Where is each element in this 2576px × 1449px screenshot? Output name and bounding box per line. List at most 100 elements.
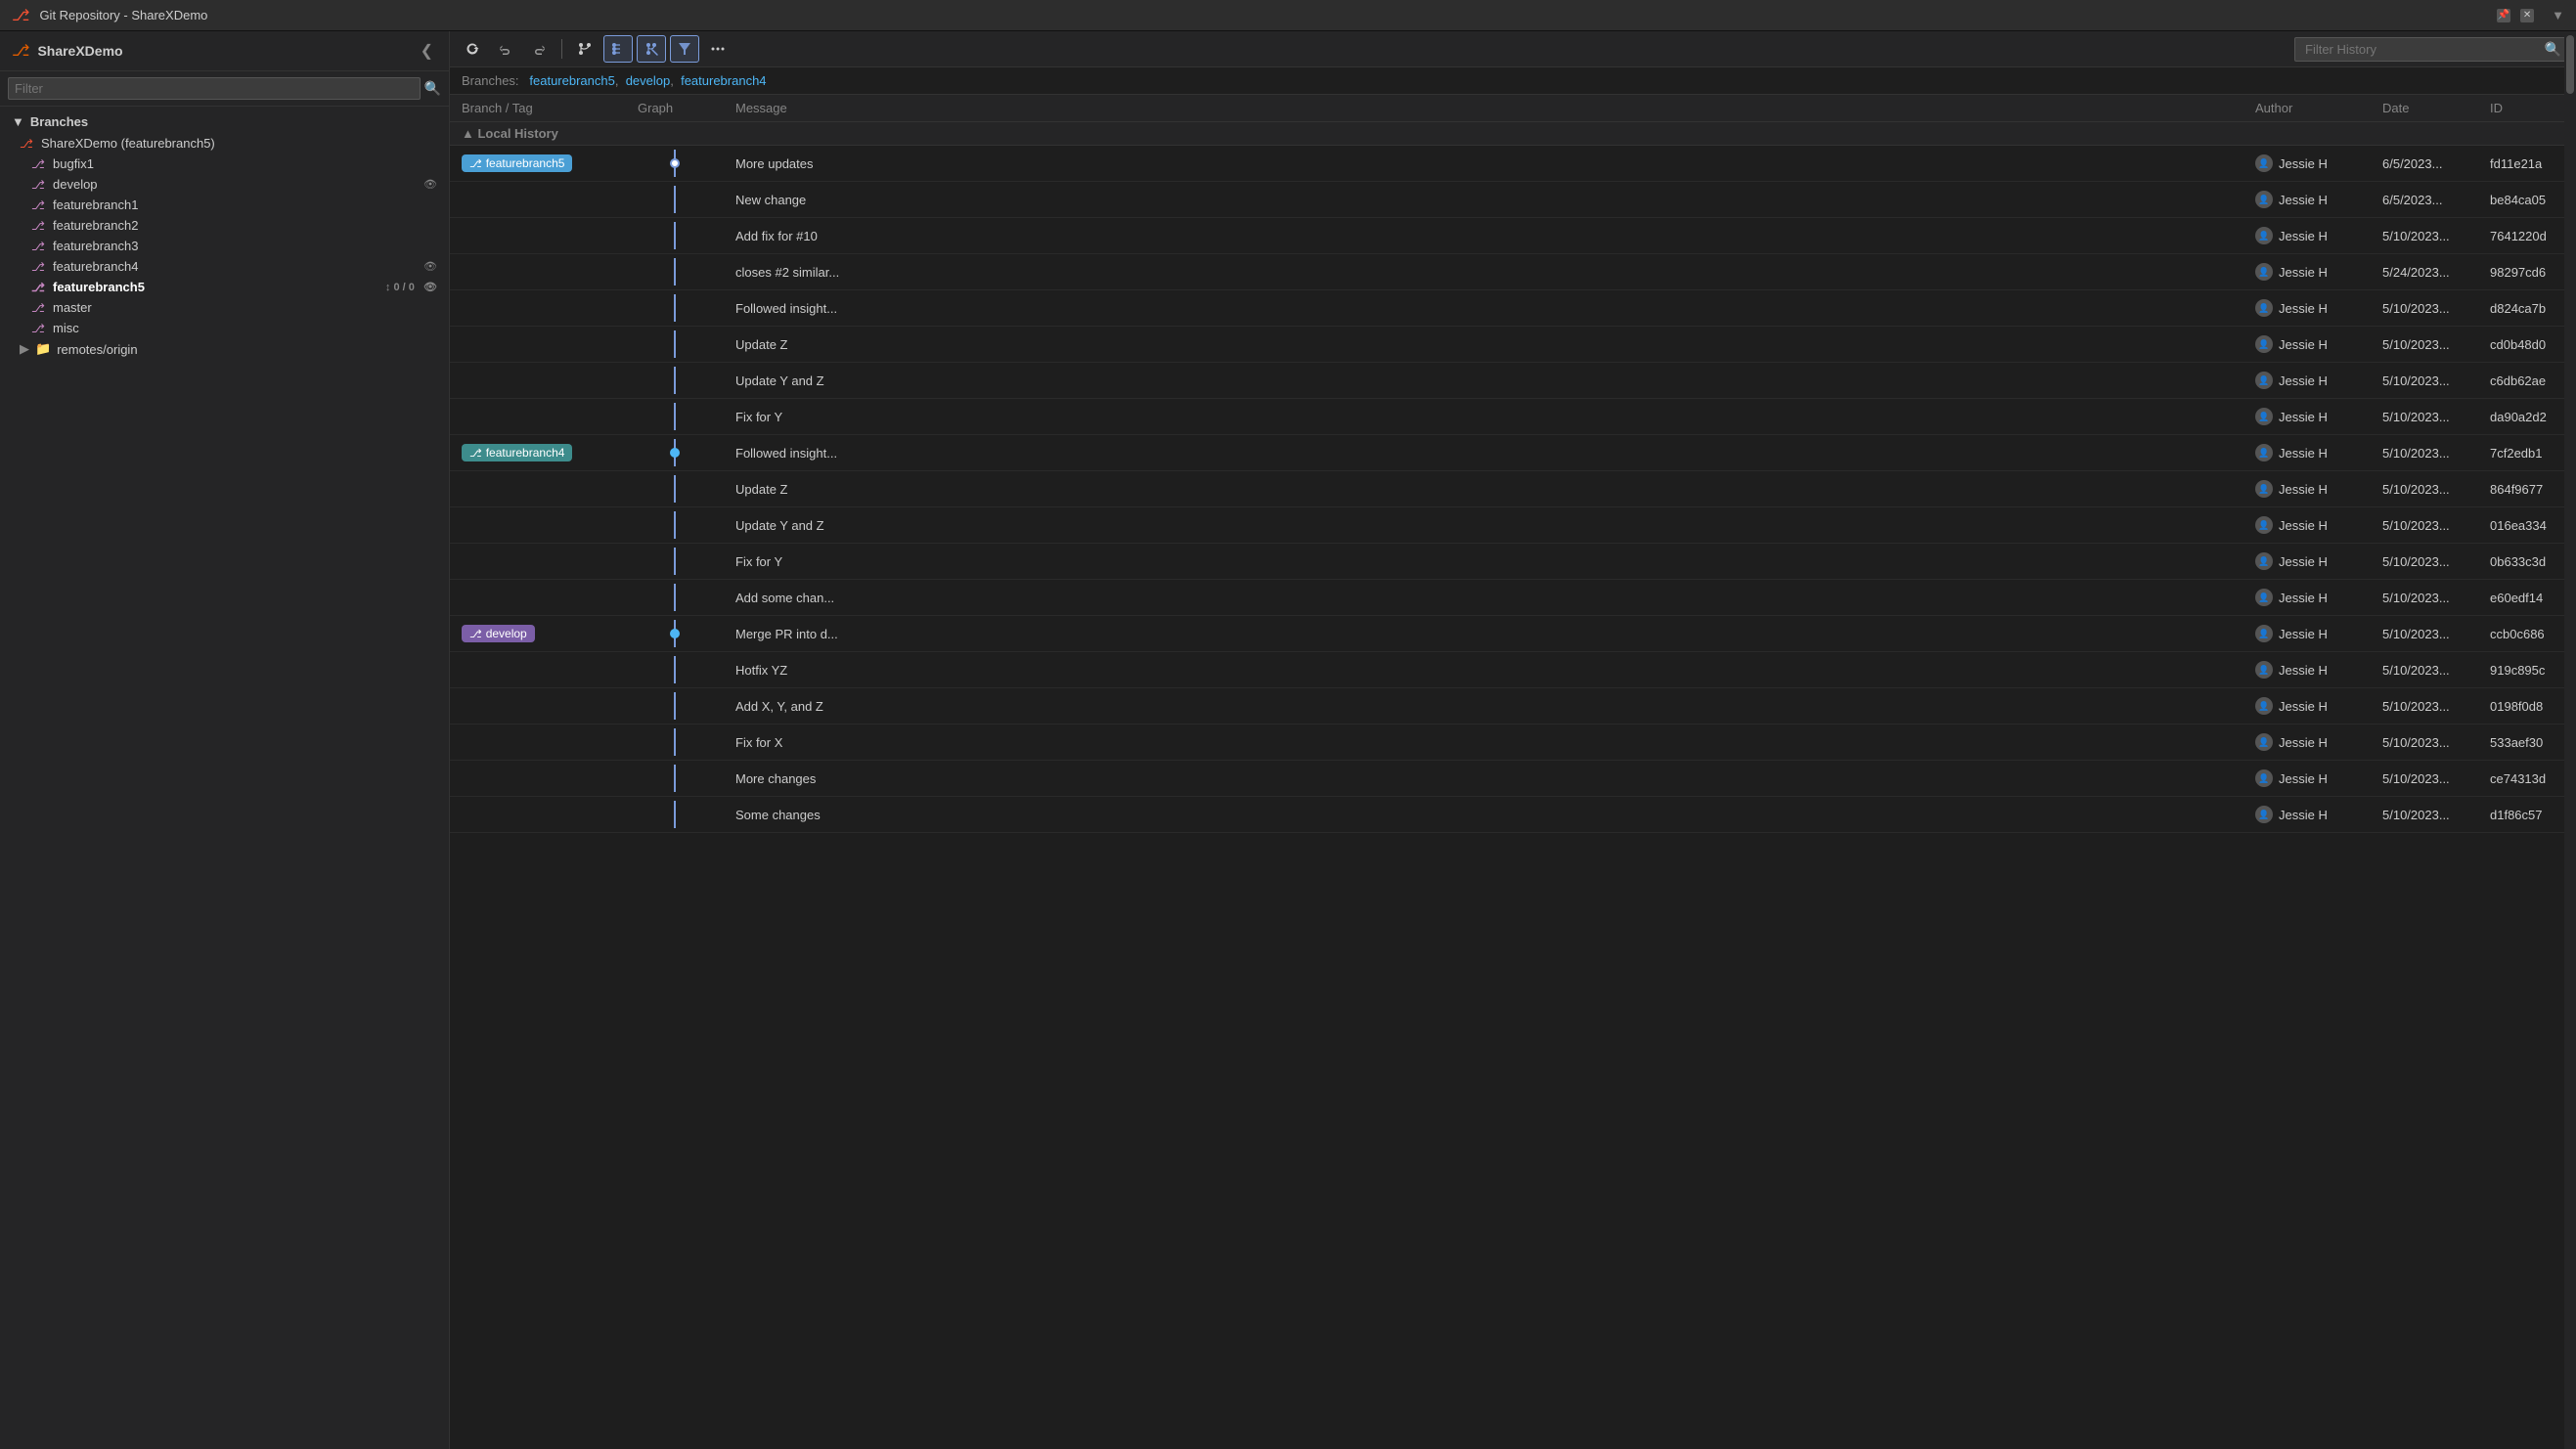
table-row[interactable]: Followed insight...👤Jessie H5/10/2023...… (450, 290, 2576, 327)
filter-history-input[interactable] (2301, 38, 2545, 61)
table-row[interactable]: Fix for X👤Jessie H5/10/2023...533aef30 (450, 724, 2576, 761)
sidebar-badge-fb5: ↕ 0 / 0 👁 (385, 281, 437, 293)
table-row[interactable]: ⎇ developMerge PR into d...👤Jessie H5/10… (450, 616, 2576, 652)
branch-icon-fb3: ⎇ (31, 240, 47, 253)
more-btn[interactable] (703, 35, 733, 63)
sidebar-item-bugfix1[interactable]: ⎇ bugfix1 (0, 154, 449, 174)
filter-history-search-btn[interactable]: 🔍 (2545, 41, 2561, 58)
table-row[interactable]: Update Z👤Jessie H5/10/2023...cd0b48d0 (450, 327, 2576, 363)
branch-icon-develop: ⎇ (31, 178, 47, 192)
refresh-btn[interactable] (458, 35, 487, 63)
branches-bar-link-fb4[interactable]: featurebranch4 (681, 73, 766, 88)
cell-id: 7cf2edb1 (2478, 435, 2576, 471)
sidebar-item-featurebranch3[interactable]: ⎇ featurebranch3 (0, 236, 449, 256)
table-row[interactable]: Update Z👤Jessie H5/10/2023...864f9677 (450, 471, 2576, 507)
cell-branch (450, 182, 626, 218)
filter-branch-btn[interactable] (637, 35, 666, 63)
cell-message: Followed insight... (724, 290, 2243, 327)
title-bar-close-btn[interactable]: ✕ (2520, 9, 2534, 22)
branch-btn[interactable] (570, 35, 600, 63)
table-row[interactable]: Fix for Y👤Jessie H5/10/2023...0b633c3d (450, 544, 2576, 580)
col-header-date: Date (2371, 95, 2478, 122)
sidebar-item-featurebranch1[interactable]: ⎇ featurebranch1 (0, 195, 449, 215)
cell-date: 5/10/2023... (2371, 290, 2478, 327)
table-row[interactable]: closes #2 similar...👤Jessie H5/24/2023..… (450, 254, 2576, 290)
undo-btn[interactable] (491, 35, 520, 63)
table-row[interactable]: Hotfix YZ👤Jessie H5/10/2023...919c895c (450, 652, 2576, 688)
cell-author: 👤Jessie H (2243, 507, 2371, 544)
cell-message: More changes (724, 761, 2243, 797)
table-row[interactable]: ⎇ featurebranch4Followed insight...👤Jess… (450, 435, 2576, 471)
sidebar-filter-search-btn[interactable]: 🔍 (424, 80, 441, 97)
toolbar: 🔍 (450, 31, 2576, 67)
branch-pill[interactable]: ⎇ featurebranch5 (462, 154, 572, 172)
redo-btn[interactable] (524, 35, 554, 63)
col-header-id: ID (2478, 95, 2576, 122)
sidebar-item-featurebranch4[interactable]: ⎇ featurebranch4 👁 (0, 256, 449, 277)
cell-graph (626, 797, 724, 833)
cell-author: 👤Jessie H (2243, 182, 2371, 218)
sidebar-label-fb5: featurebranch5 (53, 280, 379, 294)
sidebar-header: ⎇ ShareXDemo ❮ (0, 31, 449, 71)
sidebar-item-featurebranch2[interactable]: ⎇ featurebranch2 (0, 215, 449, 236)
author-avatar: 👤 (2255, 733, 2273, 751)
sidebar-item-master[interactable]: ⎇ master (0, 297, 449, 318)
author-avatar: 👤 (2255, 480, 2273, 498)
cell-author: 👤Jessie H (2243, 544, 2371, 580)
cell-author: 👤Jessie H (2243, 580, 2371, 616)
cell-branch (450, 544, 626, 580)
main-layout: ⎇ ShareXDemo ❮ 🔍 ▼ Branches ⎇ ShareXDemo… (0, 31, 2576, 1449)
right-scrollbar[interactable] (2564, 31, 2576, 1449)
cell-id: e60edf14 (2478, 580, 2576, 616)
sidebar-label-master: master (53, 300, 437, 315)
cell-branch (450, 761, 626, 797)
sidebar-filter-input[interactable] (8, 77, 421, 100)
cell-id: d824ca7b (2478, 290, 2576, 327)
table-row[interactable]: Update Y and Z👤Jessie H5/10/2023...c6db6… (450, 363, 2576, 399)
table-row[interactable]: Some changes👤Jessie H5/10/2023...d1f86c5… (450, 797, 2576, 833)
branches-bar-link-fb5[interactable]: featurebranch5 (529, 73, 614, 88)
cell-graph (626, 724, 724, 761)
sidebar-item-remotes-origin[interactable]: ▶ 📁 remotes/origin (0, 338, 449, 360)
col-header-author: Author (2243, 95, 2371, 122)
table-row[interactable]: Add fix for #10👤Jessie H5/10/2023...7641… (450, 218, 2576, 254)
table-row[interactable]: More changes👤Jessie H5/10/2023...ce74313… (450, 761, 2576, 797)
cell-message: Fix for Y (724, 544, 2243, 580)
remotes-folder-icon: 📁 (35, 341, 51, 357)
cell-message: Some changes (724, 797, 2243, 833)
branches-section-header[interactable]: ▼ Branches (0, 110, 449, 133)
table-row[interactable]: ⎇ featurebranch5More updates👤Jessie H6/5… (450, 146, 2576, 182)
cell-branch (450, 363, 626, 399)
author-avatar: 👤 (2255, 263, 2273, 281)
sidebar-item-develop[interactable]: ⎇ develop 👁 (0, 174, 449, 195)
author-name: Jessie H (2279, 591, 2328, 605)
table-row[interactable]: Fix for Y👤Jessie H5/10/2023...da90a2d2 (450, 399, 2576, 435)
author-name: Jessie H (2279, 554, 2328, 569)
sidebar-collapse-btn[interactable]: ❮ (417, 39, 437, 63)
author-name: Jessie H (2279, 193, 2328, 207)
table-row[interactable]: Add some chan...👤Jessie H5/10/2023...e60… (450, 580, 2576, 616)
branches-bar-link-develop[interactable]: develop (626, 73, 671, 88)
sidebar-item-sharexdemo[interactable]: ⎇ ShareXDemo (featurebranch5) (0, 133, 449, 154)
table-row[interactable]: Update Y and Z👤Jessie H5/10/2023...016ea… (450, 507, 2576, 544)
branch-icon-fb2: ⎇ (31, 219, 47, 233)
table-row[interactable]: New change👤Jessie H6/5/2023...be84ca05 (450, 182, 2576, 218)
branch-icon-fb5: ⎇ (31, 281, 47, 294)
sidebar-item-featurebranch5[interactable]: ⎇ featurebranch5 ↕ 0 / 0 👁 (0, 277, 449, 297)
branches-section-collapse-icon: ▼ (12, 114, 24, 129)
sidebar-item-misc[interactable]: ⎇ misc (0, 318, 449, 338)
branch-pill[interactable]: ⎇ featurebranch4 (462, 444, 572, 461)
commit-graph-btn[interactable] (603, 35, 633, 63)
toggle-filter-btn[interactable] (670, 35, 699, 63)
author-avatar: 👤 (2255, 661, 2273, 679)
table-row[interactable]: Add X, Y, and Z👤Jessie H5/10/2023...0198… (450, 688, 2576, 724)
title-bar-pin-btn[interactable]: 📌 (2497, 9, 2510, 22)
branch-pill[interactable]: ⎇ develop (462, 625, 535, 642)
chevron-down-icon[interactable]: ▼ (2552, 8, 2564, 22)
cell-id: 0b633c3d (2478, 544, 2576, 580)
cell-id: 533aef30 (2478, 724, 2576, 761)
filter-history-wrapper: 🔍 (2294, 37, 2568, 62)
cell-branch: ⎇ featurebranch4 (450, 435, 626, 471)
cell-branch (450, 399, 626, 435)
cell-branch (450, 724, 626, 761)
